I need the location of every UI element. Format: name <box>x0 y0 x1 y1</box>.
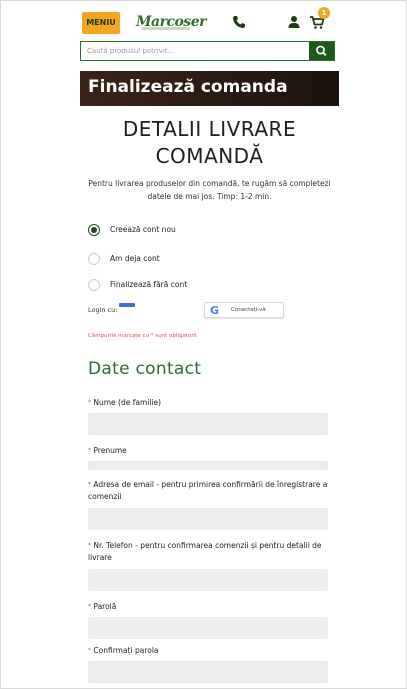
required-fields-note: Câmpurile marcate cu * sunt obligatorii <box>88 333 197 339</box>
first-name-field[interactable] <box>88 461 328 470</box>
intro-text: Pentru livrarea produselor din comandă, … <box>88 179 331 201</box>
label-text: Nr. Telefon - pentru confirmarea comenzi… <box>88 541 322 562</box>
checkout-banner: Finalizează comanda <box>80 71 339 106</box>
label-confirm-password: * Confirmați parola <box>88 645 328 657</box>
required-marker: * <box>88 647 91 654</box>
label-first-name: * Prenume <box>88 445 328 457</box>
search-input[interactable] <box>81 42 310 60</box>
email-field[interactable] <box>88 508 328 530</box>
confirm-password-field[interactable] <box>88 661 328 683</box>
page-title: DETALII LIVRARE COMANDĂ <box>122 117 297 168</box>
search-icon <box>316 45 327 56</box>
google-login-button[interactable]: G Conectați-vă <box>204 302 284 318</box>
section-title-contact: Date contact <box>88 359 202 379</box>
social-login-row: Login cu: G Conectați-vă <box>88 302 288 318</box>
facebook-login-button[interactable] <box>119 303 135 307</box>
option-guest-checkout[interactable]: Finalizează fără cont <box>88 279 288 293</box>
required-marker: * <box>88 447 91 454</box>
user-icon[interactable] <box>285 13 303 31</box>
required-marker: * <box>88 399 91 406</box>
phone-icon[interactable] <box>230 13 248 31</box>
required-marker: * <box>88 542 91 549</box>
label-email: * Adresa de email - pentru primirea conf… <box>88 479 328 503</box>
logo-tagline-mark <box>142 27 190 30</box>
label-text: Nume (de familie) <box>93 398 162 407</box>
menu-button[interactable]: MENIU <box>82 12 120 34</box>
last-name-field[interactable] <box>88 413 328 435</box>
label-text: Confirmați parola <box>93 646 159 655</box>
label-phone: * Nr. Telefon - pentru confirmarea comen… <box>88 540 328 564</box>
password-field[interactable] <box>88 617 328 639</box>
checkout-page: MENIU Marcoser 1 Finalizează comanda DET… <box>80 0 339 689</box>
site-logo[interactable]: Marcoser <box>136 11 206 33</box>
required-marker: * <box>88 481 91 488</box>
required-marker: * <box>88 603 91 610</box>
cart-count-badge: 1 <box>318 7 330 19</box>
search-button[interactable] <box>309 42 334 60</box>
label-text: Prenume <box>93 446 127 455</box>
radio-button[interactable] <box>88 279 100 291</box>
option-create-account[interactable]: Creează cont nou <box>88 224 288 238</box>
radio-label: Am deja cont <box>110 254 160 263</box>
label-last-name: * Nume (de familie) <box>88 397 328 409</box>
radio-label: Creează cont nou <box>110 225 176 234</box>
label-text: Parolă <box>93 602 117 611</box>
option-existing-account[interactable]: Am deja cont <box>88 253 288 267</box>
radio-label: Finalizează fără cont <box>110 280 188 289</box>
login-label: Login cu: <box>88 306 118 314</box>
google-button-label: Conectați-vă <box>231 307 266 313</box>
search-bar <box>80 41 335 61</box>
radio-button[interactable] <box>88 224 100 236</box>
label-text: Adresa de email - pentru primirea confir… <box>88 480 328 501</box>
banner-title: Finalizează comanda <box>88 77 288 97</box>
phone-field[interactable] <box>88 569 328 591</box>
label-password: * Parolă <box>88 601 328 613</box>
google-icon: G <box>210 304 220 317</box>
site-header: MENIU Marcoser 1 <box>80 7 339 36</box>
radio-button[interactable] <box>88 253 100 265</box>
